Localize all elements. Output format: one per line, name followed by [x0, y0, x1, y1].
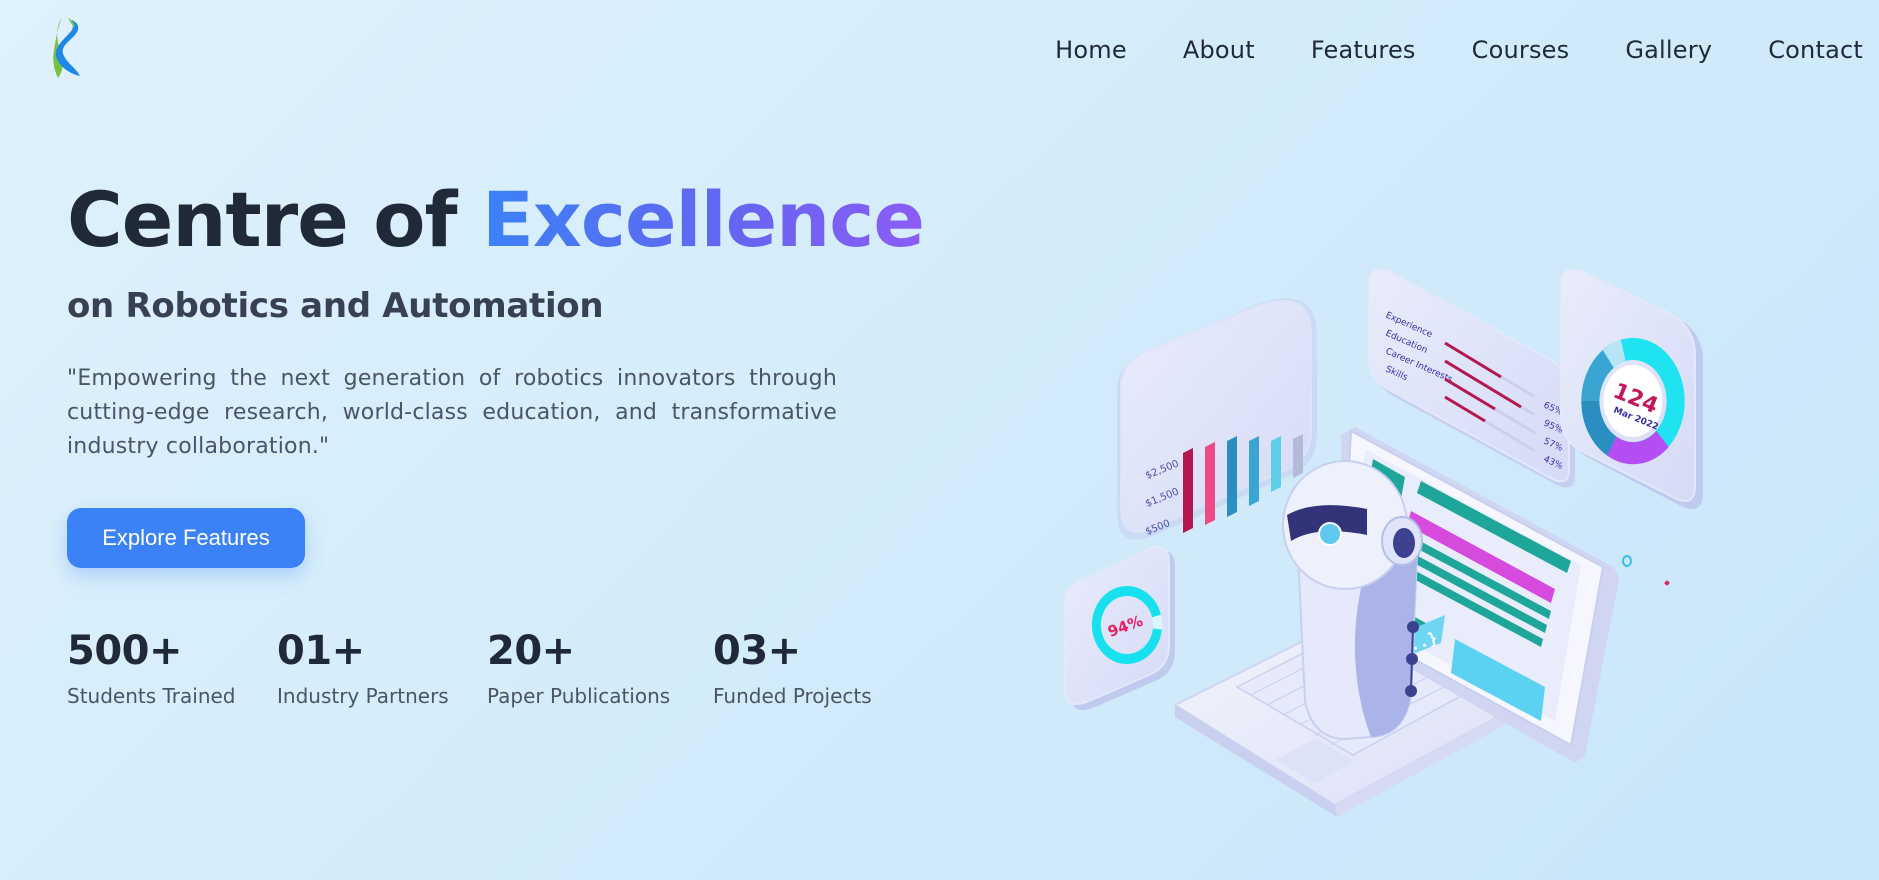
isometric-illustration: $2,500 $1,500 $500 Experience Education …	[1064, 268, 1703, 817]
bar	[1205, 442, 1215, 525]
bar	[1227, 436, 1237, 517]
nav-home[interactable]: Home	[1055, 36, 1127, 64]
stat-label: Students Trained	[67, 684, 236, 708]
stat-label: Paper Publications	[487, 684, 671, 708]
bar	[1183, 448, 1193, 533]
decor-dot	[1622, 555, 1632, 567]
page-subtitle: on Robotics and Automation	[67, 285, 604, 326]
stat-projects: 03+ Funded Projects	[713, 628, 872, 708]
stats-row: 500+ Students Trained 01+ Industry Partn…	[67, 628, 916, 708]
stat-value: 01+	[277, 628, 365, 674]
stat-value: 03+	[713, 628, 801, 674]
bar	[1271, 436, 1281, 492]
stat-partners: 01+ Industry Partners	[277, 628, 449, 708]
hero-quote: "Empowering the next generation of robot…	[67, 365, 837, 459]
nav-courses[interactable]: Courses	[1472, 36, 1570, 64]
stat-students: 500+ Students Trained	[67, 628, 236, 708]
bar	[1293, 434, 1303, 478]
nav-features[interactable]: Features	[1311, 36, 1416, 64]
bar	[1249, 436, 1259, 506]
robot-laptop-illustration: $2,500 $1,500 $500 Experience Education …	[1055, 255, 1715, 855]
nav-gallery[interactable]: Gallery	[1625, 36, 1712, 64]
main-nav: Home About Features Courses Gallery Cont…	[1055, 36, 1863, 64]
title-prefix: Centre of	[67, 175, 482, 264]
donut-panel: 124 Mar 2022	[1560, 268, 1703, 509]
stat-publications: 20+ Paper Publications	[487, 628, 671, 708]
nav-contact[interactable]: Contact	[1768, 36, 1863, 64]
stat-label: Funded Projects	[713, 684, 872, 708]
kr-leaf-logo-icon	[53, 18, 80, 78]
page-title: Centre of Excellence	[67, 175, 925, 264]
title-highlight: Excellence	[481, 175, 925, 264]
explore-features-button[interactable]: Explore Features	[67, 507, 305, 568]
logo[interactable]	[46, 16, 86, 80]
nav-about[interactable]: About	[1183, 36, 1255, 64]
hero-section: Centre of Excellence on Robotics and Aut…	[67, 175, 925, 568]
stat-value: 20+	[487, 628, 575, 674]
robot-figure	[1282, 460, 1423, 741]
progress-ring-panel: 94%	[1064, 545, 1175, 711]
stat-value: 500+	[67, 628, 183, 674]
decor-dot	[1664, 580, 1670, 586]
stat-label: Industry Partners	[277, 684, 449, 708]
